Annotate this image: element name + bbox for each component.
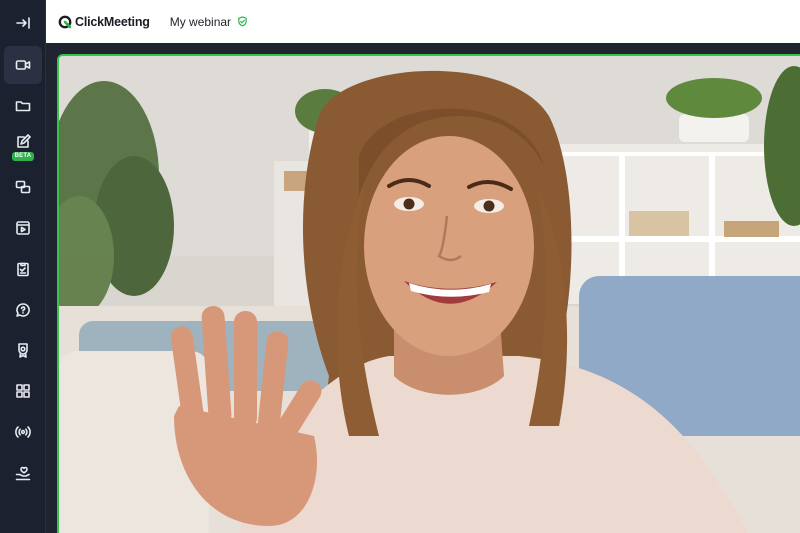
edit-icon <box>17 133 31 148</box>
sidebar-item-video[interactable] <box>4 46 42 84</box>
sidebar: BETA <box>0 0 46 533</box>
sidebar-item-questions[interactable] <box>4 291 42 329</box>
hand-heart-icon <box>15 466 31 481</box>
sidebar-item-certificates[interactable] <box>4 331 42 369</box>
sidebar-item-edit[interactable]: BETA <box>4 128 42 166</box>
sidebar-item-donations[interactable] <box>4 454 42 492</box>
sidebar-item-video-player[interactable] <box>4 209 42 247</box>
presenter-video-feed <box>59 56 800 533</box>
chat-question-icon <box>16 303 30 317</box>
sidebar-item-tests[interactable] <box>4 250 42 288</box>
folder-icon <box>15 101 31 112</box>
logo-mark-icon <box>58 15 72 28</box>
video-camera-icon <box>15 60 31 70</box>
sidebar-item-files[interactable] <box>4 87 42 125</box>
video-player-icon <box>16 221 30 235</box>
collapse-sidebar-button[interactable] <box>4 4 42 42</box>
webinar-title: My webinar <box>169 14 232 29</box>
broadcast-icon <box>15 426 31 438</box>
clickmeeting-logo[interactable]: ClickMeeting <box>58 15 150 29</box>
brand-name: ClickMeeting <box>75 14 150 29</box>
clipboard-check-icon <box>17 262 29 277</box>
apps-grid-icon <box>16 384 30 398</box>
sidebar-item-apps[interactable] <box>4 372 42 410</box>
sidebar-item-broadcast[interactable] <box>4 413 42 451</box>
sidebar-item-screen-share[interactable] <box>4 168 42 206</box>
beta-badge: BETA <box>11 151 35 161</box>
screen-share-icon <box>15 180 31 194</box>
shield-check-icon <box>238 16 247 27</box>
top-bar: ClickMeeting My webinar <box>46 0 800 43</box>
video-stage[interactable] <box>57 54 800 533</box>
collapse-sidebar-icon <box>16 17 30 29</box>
award-badge-icon <box>18 343 28 358</box>
